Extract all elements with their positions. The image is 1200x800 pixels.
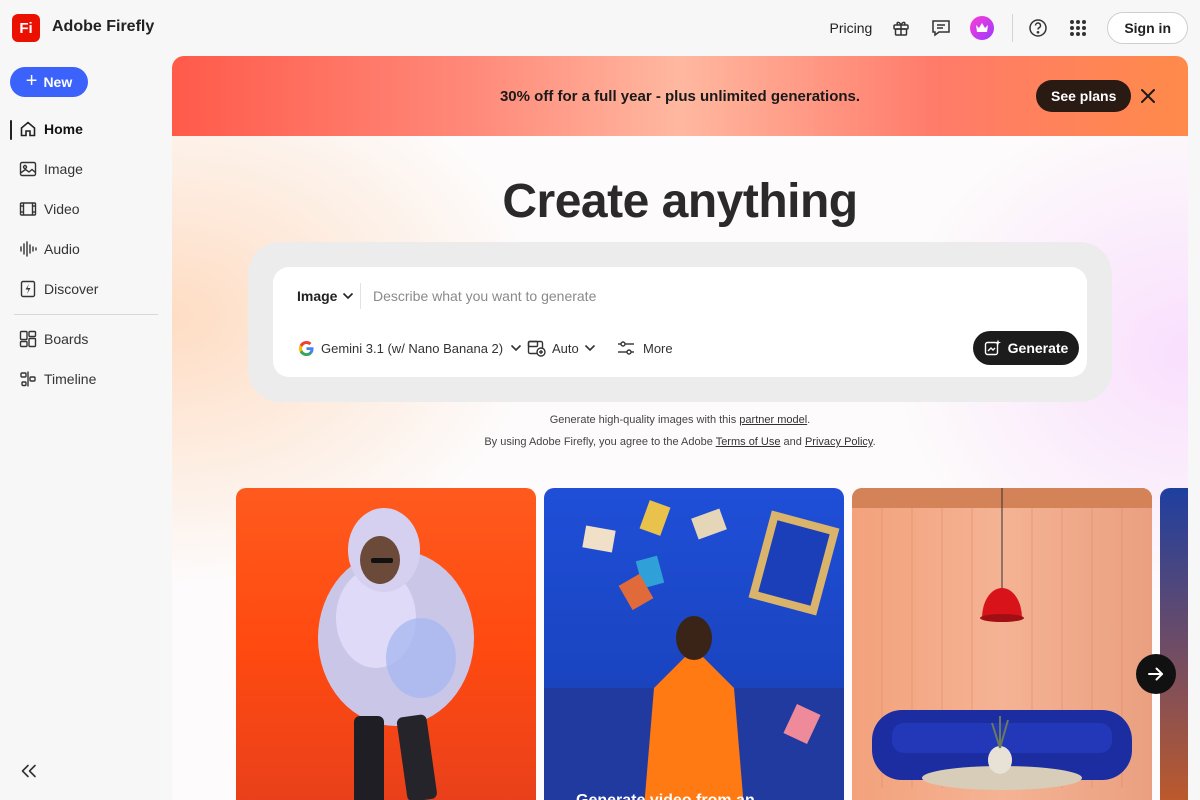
top-bar-actions: Pricing Sign in [830, 12, 1188, 44]
legal-text: . [807, 414, 811, 426]
premium-crown-icon[interactable] [970, 16, 995, 40]
pricing-link[interactable]: Pricing [830, 20, 873, 36]
legal-text: By using Adobe Firefly, you agree to the… [484, 436, 716, 448]
prompt-panel: Image Gemini 3.1 (w/ Nano Banana 2) Auto [248, 242, 1112, 402]
sidebar-item-label: Image [44, 161, 83, 177]
app-title[interactable]: Adobe Firefly [52, 18, 154, 36]
close-icon[interactable] [1138, 86, 1158, 106]
audio-icon [18, 239, 38, 259]
partner-model-note: Generate high-quality images with this p… [172, 414, 1188, 426]
living-room-image [852, 488, 1152, 790]
sidebar: + New Home Image Video Audio Discover Bo… [0, 56, 172, 800]
image-icon [18, 159, 38, 179]
chevron-down-icon [511, 344, 522, 352]
gallery-card[interactable] [1160, 488, 1188, 800]
sidebar-item-label: Boards [44, 331, 89, 347]
google-logo-icon [299, 340, 314, 356]
discover-icon [18, 279, 38, 299]
top-bar: Fi Adobe Firefly Pricing Sign in [0, 0, 1200, 56]
model-dropdown[interactable]: Gemini 3.1 (w/ Nano Banana 2) [299, 338, 522, 358]
divider [1012, 14, 1014, 42]
timeline-icon [18, 369, 38, 389]
generation-type-label: Image [297, 288, 338, 304]
sidebar-item-label: Audio [44, 241, 80, 257]
generation-type-dropdown[interactable]: Image [297, 287, 354, 305]
promo-text: 30% off for a full year - plus unlimited… [499, 87, 861, 105]
apps-grid-icon[interactable] [1067, 17, 1089, 39]
prompt-input[interactable] [373, 283, 1063, 309]
sidebar-item-label: Discover [44, 281, 99, 297]
promo-banner: 30% off for a full year - plus unlimited… [172, 56, 1188, 136]
chevron-down-icon [584, 344, 595, 352]
new-button-label: New [43, 74, 73, 90]
privacy-policy-link[interactable]: Privacy Policy [805, 436, 873, 448]
floating-books-image [544, 500, 844, 800]
more-settings-button[interactable]: More [617, 338, 673, 358]
prompt-box: Image Gemini 3.1 (w/ Nano Banana 2) Auto [273, 267, 1087, 377]
sidebar-divider [14, 314, 158, 315]
collapse-sidebar-icon[interactable] [18, 760, 40, 782]
gallery-card[interactable] [236, 488, 536, 800]
puffer-jacket-figure-image [318, 508, 474, 800]
model-label: Gemini 3.1 (w/ Nano Banana 2) [321, 340, 504, 356]
generate-label: Generate [1007, 340, 1069, 356]
sidebar-item-timeline[interactable]: Timeline [18, 367, 96, 391]
sign-in-button[interactable]: Sign in [1107, 12, 1188, 44]
carousel-next-button[interactable] [1136, 654, 1176, 694]
new-button[interactable]: + New [10, 67, 88, 97]
gallery-card[interactable]: Generate video from an [544, 488, 844, 800]
sidebar-item-label: Home [44, 121, 83, 137]
gallery-card[interactable] [852, 488, 1152, 800]
gift-icon[interactable] [890, 17, 912, 39]
sidebar-item-image[interactable]: Image [18, 157, 83, 181]
arrow-right-icon [1148, 667, 1163, 681]
legal-text: . [872, 436, 876, 448]
partner-model-link[interactable]: partner model [739, 414, 807, 426]
sliders-icon [618, 341, 634, 355]
sidebar-item-label: Timeline [44, 371, 97, 387]
chat-icon[interactable] [930, 17, 952, 39]
main-content: 30% off for a full year - plus unlimited… [172, 56, 1188, 800]
generate-button[interactable]: Generate [973, 331, 1079, 365]
home-icon [18, 119, 38, 139]
sidebar-item-boards[interactable]: Boards [18, 327, 88, 351]
sidebar-item-label: Video [44, 201, 80, 217]
help-icon[interactable] [1027, 17, 1049, 39]
sidebar-item-discover[interactable]: Discover [18, 277, 98, 301]
card-caption: Generate video from an [576, 792, 755, 800]
video-icon [18, 199, 38, 219]
plus-icon: + [25, 70, 38, 92]
sidebar-item-home[interactable]: Home [18, 117, 83, 141]
aspect-ratio-label: Auto [552, 340, 579, 356]
active-indicator [10, 120, 12, 140]
chevron-down-icon [343, 292, 354, 300]
divider [360, 283, 361, 309]
sidebar-item-video[interactable]: Video [18, 197, 80, 221]
terms-of-use-link[interactable]: Terms of Use [716, 436, 781, 448]
boards-icon [18, 329, 38, 349]
terms-note: By using Adobe Firefly, you agree to the… [172, 436, 1188, 448]
sidebar-item-audio[interactable]: Audio [18, 237, 80, 261]
legal-text: and [780, 436, 805, 448]
generate-sparkle-icon [984, 339, 1001, 356]
legal-text: Generate high-quality images with this [549, 414, 740, 426]
aspect-ratio-icon [527, 340, 546, 357]
aspect-ratio-dropdown[interactable]: Auto [527, 338, 596, 358]
firefly-logo[interactable]: Fi [12, 14, 40, 42]
more-label: More [643, 340, 673, 356]
page-title: Create anything [502, 175, 858, 228]
see-plans-button[interactable]: See plans [1036, 80, 1132, 112]
